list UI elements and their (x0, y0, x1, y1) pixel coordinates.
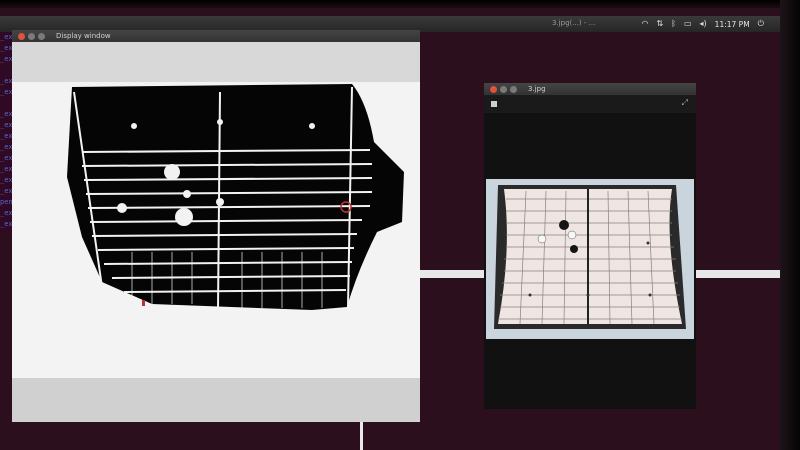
volume-icon[interactable]: ◂) (700, 18, 707, 30)
thresholded-board-image (12, 42, 420, 422)
minimize-button[interactable] (500, 85, 507, 93)
wifi-icon[interactable]: ◠ (641, 18, 648, 30)
maximize-button[interactable] (38, 32, 45, 40)
image-window[interactable]: 3.jpg ⤢ (484, 83, 696, 409)
image-window-titlebar[interactable]: 3.jpg (484, 83, 696, 95)
desktop-divider-vertical (360, 418, 363, 450)
close-button[interactable] (18, 32, 25, 40)
panel-window-title: 3.jpg(...) - ... (552, 19, 596, 27)
image-window-toolbar: ⤢ (484, 95, 696, 113)
close-button[interactable] (490, 85, 497, 93)
transfer-icon[interactable]: ⇅ (656, 18, 663, 30)
display-window[interactable]: Display window (12, 30, 420, 422)
image-window-title: 3.jpg (528, 85, 546, 93)
monitor-bezel-top (0, 0, 800, 8)
battery-icon[interactable]: ▭ (684, 18, 692, 30)
power-icon[interactable]: ⏻ (758, 18, 764, 30)
bluetooth-icon[interactable]: ᛒ (671, 18, 676, 30)
go-board-photo (486, 179, 694, 339)
clock[interactable]: 11:17 PM (715, 20, 750, 29)
maximize-button[interactable] (510, 85, 517, 93)
minimize-button[interactable] (28, 32, 35, 40)
display-window-title: Display window (56, 32, 111, 40)
toolbar-square-icon[interactable] (491, 101, 497, 107)
display-window-titlebar[interactable]: Display window (12, 30, 420, 42)
monitor-bezel-right (780, 0, 800, 450)
expand-icon[interactable]: ⤢ (682, 98, 688, 108)
